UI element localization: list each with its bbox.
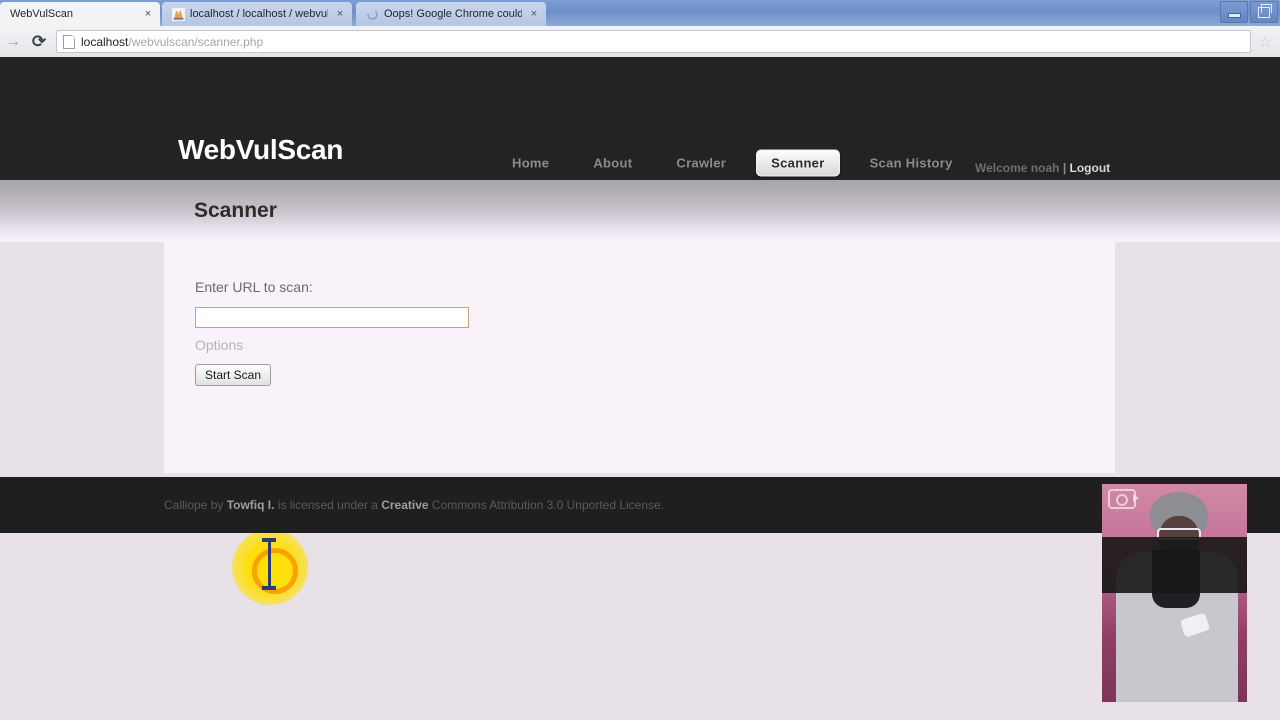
- page-title-band: Scanner: [0, 180, 1280, 242]
- footer-license-rest: Commons Attribution 3.0 Unported License…: [428, 498, 665, 512]
- user-separator: |: [1062, 161, 1067, 175]
- nav-item-about[interactable]: About: [571, 156, 654, 171]
- browser-tab-1-title: WebVulScan: [10, 8, 73, 20]
- window-controls: [1216, 1, 1278, 23]
- address-bar-path: /webvulscan/scanner.php: [128, 34, 264, 49]
- overlay-footer-band: [1102, 537, 1247, 593]
- browser-tab-2[interactable]: localhost / localhost / webvul ×: [162, 2, 352, 26]
- scanner-form-panel: Enter URL to scan: Options Start Scan: [164, 242, 1115, 473]
- footer-middle: is licensed under a: [274, 498, 382, 512]
- reload-button[interactable]: ⟳: [26, 29, 52, 55]
- page-icon: [63, 34, 75, 49]
- footer-author[interactable]: Towfiq I.: [227, 498, 275, 512]
- url-input-label: Enter URL to scan:: [195, 279, 313, 295]
- main-nav: Home About Crawler Scanner Scan History: [490, 149, 975, 177]
- spinner-icon: [367, 8, 378, 20]
- logout-link[interactable]: Logout: [1070, 161, 1111, 175]
- restore-button[interactable]: [1250, 1, 1278, 23]
- camera-icon: [1108, 489, 1139, 509]
- footer-license-strong[interactable]: Creative: [381, 498, 428, 512]
- site-footer: Calliope by Towfiq I. is licensed under …: [0, 477, 1280, 533]
- browser-tab-2-title: localhost / localhost / webvul: [190, 8, 328, 20]
- browser-tab-3-title: Oops! Google Chrome could: [384, 8, 522, 20]
- page-title: Scanner: [194, 199, 277, 222]
- content-area: Enter URL to scan: Options Start Scan: [0, 242, 1280, 605]
- address-bar-host: localhost: [81, 34, 129, 49]
- browser-tab-3-close-icon[interactable]: ×: [528, 8, 540, 20]
- browser-toolbar: → ⟳ localhost/webvulscan/scanner.php ☆: [0, 26, 1280, 58]
- bookmark-star-icon[interactable]: ☆: [1259, 33, 1280, 51]
- browser-tab-3[interactable]: Oops! Google Chrome could ×: [356, 2, 546, 26]
- minimize-button[interactable]: [1220, 1, 1248, 23]
- address-bar-url: localhost/webvulscan/scanner.php: [81, 35, 263, 49]
- site-header: WebVulScan Home About Crawler Scanner Sc…: [0, 57, 1280, 180]
- page-below-fold: [0, 533, 1280, 720]
- welcome-label: Welcome noah: [975, 161, 1060, 175]
- browser-tab-1-close-icon[interactable]: ×: [142, 8, 154, 20]
- minimize-icon: [1227, 13, 1241, 18]
- browser-tab-2-close-icon[interactable]: ×: [334, 8, 346, 20]
- start-scan-button[interactable]: Start Scan: [195, 364, 272, 386]
- page-viewport: WebVulScan Home About Crawler Scanner Sc…: [0, 57, 1280, 720]
- phpmyadmin-icon: [172, 7, 185, 21]
- tab-strip: WebVulScan × localhost / localhost / web…: [0, 0, 1280, 26]
- nav-item-home[interactable]: Home: [490, 156, 571, 171]
- forward-button[interactable]: →: [0, 29, 26, 55]
- options-label[interactable]: Options: [195, 337, 243, 353]
- address-bar[interactable]: localhost/webvulscan/scanner.php: [56, 30, 1251, 53]
- nav-item-scan-history[interactable]: Scan History: [848, 156, 975, 171]
- overlay-person-image: [1116, 490, 1238, 702]
- restore-icon: [1258, 3, 1272, 18]
- user-session-box: Welcome noah | Logout: [975, 161, 1110, 175]
- scan-url-input[interactable]: [195, 307, 469, 328]
- camera-overlay: [1102, 484, 1247, 702]
- site-brand[interactable]: WebVulScan: [178, 134, 343, 166]
- browser-chrome: WebVulScan × localhost / localhost / web…: [0, 0, 1280, 58]
- footer-prefix: Calliope by: [164, 498, 227, 512]
- nav-item-crawler[interactable]: Crawler: [654, 156, 748, 171]
- nav-item-scanner[interactable]: Scanner: [756, 149, 840, 177]
- browser-tab-1[interactable]: WebVulScan ×: [0, 2, 160, 26]
- footer-license-text: Calliope by Towfiq I. is licensed under …: [164, 498, 664, 512]
